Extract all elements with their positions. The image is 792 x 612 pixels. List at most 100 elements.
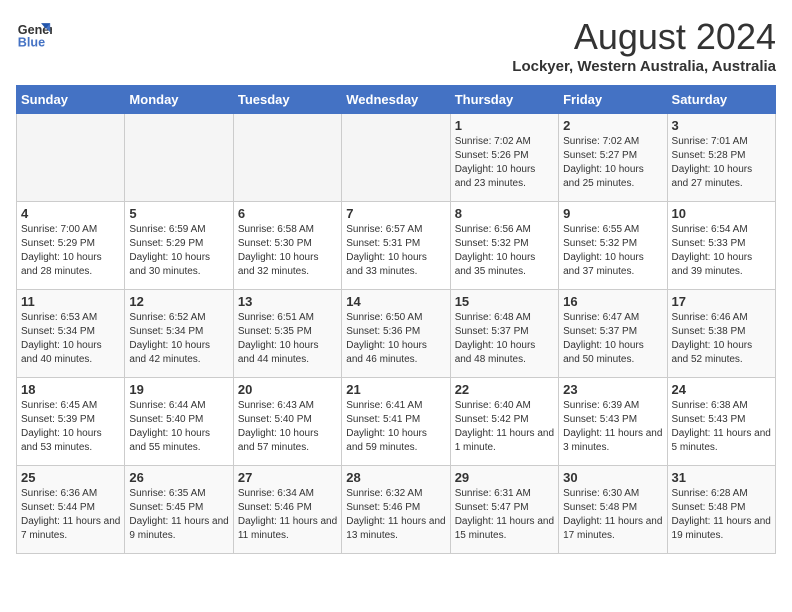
cell-content: Sunrise: 6:46 AMSunset: 5:38 PMDaylight:…: [672, 311, 771, 367]
sunrise-text: Sunrise: 6:57 AM: [346, 224, 422, 235]
daylight-text: Daylight: 11 hours and 1 minute.: [455, 428, 554, 453]
day-number: 16: [563, 294, 662, 309]
cell-content: Sunrise: 6:45 AMSunset: 5:39 PMDaylight:…: [21, 399, 120, 455]
sunset-text: Sunset: 5:26 PM: [455, 150, 529, 161]
cell-content: Sunrise: 6:30 AMSunset: 5:48 PMDaylight:…: [563, 487, 662, 543]
day-number: 8: [455, 206, 554, 221]
calendar-cell: 6Sunrise: 6:58 AMSunset: 5:30 PMDaylight…: [233, 202, 341, 290]
calendar-cell: 12Sunrise: 6:52 AMSunset: 5:34 PMDayligh…: [125, 290, 233, 378]
sunrise-text: Sunrise: 6:47 AM: [563, 312, 639, 323]
calendar-cell: 21Sunrise: 6:41 AMSunset: 5:41 PMDayligh…: [342, 378, 450, 466]
sunset-text: Sunset: 5:35 PM: [238, 326, 312, 337]
sunset-text: Sunset: 5:48 PM: [563, 502, 637, 513]
calendar-cell: 16Sunrise: 6:47 AMSunset: 5:37 PMDayligh…: [559, 290, 667, 378]
header-sunday: Sunday: [17, 86, 125, 114]
daylight-text: Daylight: 11 hours and 9 minutes.: [129, 516, 228, 541]
daylight-text: Daylight: 10 hours and 46 minutes.: [346, 340, 427, 365]
sunset-text: Sunset: 5:33 PM: [672, 238, 746, 249]
sunrise-text: Sunrise: 6:44 AM: [129, 400, 205, 411]
daylight-text: Daylight: 11 hours and 13 minutes.: [346, 516, 445, 541]
logo: General Blue: [16, 16, 52, 52]
sunset-text: Sunset: 5:46 PM: [346, 502, 420, 513]
daylight-text: Daylight: 10 hours and 57 minutes.: [238, 428, 319, 453]
calendar-cell: 11Sunrise: 6:53 AMSunset: 5:34 PMDayligh…: [17, 290, 125, 378]
day-number: 28: [346, 470, 445, 485]
sunset-text: Sunset: 5:40 PM: [238, 414, 312, 425]
sunrise-text: Sunrise: 6:31 AM: [455, 488, 531, 499]
header-friday: Friday: [559, 86, 667, 114]
sunset-text: Sunset: 5:31 PM: [346, 238, 420, 249]
sunset-text: Sunset: 5:37 PM: [563, 326, 637, 337]
day-number: 9: [563, 206, 662, 221]
sunrise-text: Sunrise: 6:36 AM: [21, 488, 97, 499]
sunset-text: Sunset: 5:28 PM: [672, 150, 746, 161]
sunrise-text: Sunrise: 7:02 AM: [455, 136, 531, 147]
cell-content: Sunrise: 6:39 AMSunset: 5:43 PMDaylight:…: [563, 399, 662, 455]
sunrise-text: Sunrise: 6:41 AM: [346, 400, 422, 411]
sunrise-text: Sunrise: 6:52 AM: [129, 312, 205, 323]
cell-content: Sunrise: 6:31 AMSunset: 5:47 PMDaylight:…: [455, 487, 554, 543]
calendar-cell: 27Sunrise: 6:34 AMSunset: 5:46 PMDayligh…: [233, 466, 341, 554]
daylight-text: Daylight: 10 hours and 33 minutes.: [346, 252, 427, 277]
cell-content: Sunrise: 6:36 AMSunset: 5:44 PMDaylight:…: [21, 487, 120, 543]
sunset-text: Sunset: 5:43 PM: [563, 414, 637, 425]
sunrise-text: Sunrise: 6:54 AM: [672, 224, 748, 235]
sunset-text: Sunset: 5:41 PM: [346, 414, 420, 425]
day-number: 21: [346, 382, 445, 397]
header-wednesday: Wednesday: [342, 86, 450, 114]
header-monday: Monday: [125, 86, 233, 114]
calendar-cell: 5Sunrise: 6:59 AMSunset: 5:29 PMDaylight…: [125, 202, 233, 290]
day-number: 13: [238, 294, 337, 309]
cell-content: Sunrise: 7:00 AMSunset: 5:29 PMDaylight:…: [21, 223, 120, 279]
cell-content: Sunrise: 6:38 AMSunset: 5:43 PMDaylight:…: [672, 399, 771, 455]
sunrise-text: Sunrise: 6:28 AM: [672, 488, 748, 499]
cell-content: Sunrise: 6:53 AMSunset: 5:34 PMDaylight:…: [21, 311, 120, 367]
header-tuesday: Tuesday: [233, 86, 341, 114]
cell-content: Sunrise: 6:35 AMSunset: 5:45 PMDaylight:…: [129, 487, 228, 543]
daylight-text: Daylight: 10 hours and 42 minutes.: [129, 340, 210, 365]
calendar-cell: [233, 114, 341, 202]
cell-content: Sunrise: 6:48 AMSunset: 5:37 PMDaylight:…: [455, 311, 554, 367]
daylight-text: Daylight: 10 hours and 28 minutes.: [21, 252, 102, 277]
day-number: 31: [672, 470, 771, 485]
svg-text:Blue: Blue: [18, 36, 45, 50]
sunrise-text: Sunrise: 6:34 AM: [238, 488, 314, 499]
sunrise-text: Sunrise: 6:55 AM: [563, 224, 639, 235]
location-subtitle: Lockyer, Western Australia, Australia: [512, 58, 776, 75]
sunrise-text: Sunrise: 6:48 AM: [455, 312, 531, 323]
daylight-text: Daylight: 10 hours and 32 minutes.: [238, 252, 319, 277]
calendar-cell: 17Sunrise: 6:46 AMSunset: 5:38 PMDayligh…: [667, 290, 775, 378]
header-thursday: Thursday: [450, 86, 558, 114]
daylight-text: Daylight: 10 hours and 39 minutes.: [672, 252, 753, 277]
weekday-header-row: Sunday Monday Tuesday Wednesday Thursday…: [17, 86, 776, 114]
day-number: 19: [129, 382, 228, 397]
daylight-text: Daylight: 10 hours and 23 minutes.: [455, 164, 536, 189]
calendar-cell: 13Sunrise: 6:51 AMSunset: 5:35 PMDayligh…: [233, 290, 341, 378]
cell-content: Sunrise: 7:02 AM Sunset: 5:26 PM Daylight:…: [455, 135, 554, 191]
sunrise-text: Sunrise: 6:40 AM: [455, 400, 531, 411]
calendar-cell: 3Sunrise: 7:01 AMSunset: 5:28 PMDaylight…: [667, 114, 775, 202]
cell-content: Sunrise: 6:50 AMSunset: 5:36 PMDaylight:…: [346, 311, 445, 367]
sunset-text: Sunset: 5:29 PM: [129, 238, 203, 249]
calendar-cell: 14Sunrise: 6:50 AMSunset: 5:36 PMDayligh…: [342, 290, 450, 378]
sunrise-text: Sunrise: 6:30 AM: [563, 488, 639, 499]
daylight-text: Daylight: 11 hours and 5 minutes.: [672, 428, 771, 453]
day-number: 30: [563, 470, 662, 485]
sunset-text: Sunset: 5:38 PM: [672, 326, 746, 337]
sunset-text: Sunset: 5:44 PM: [21, 502, 95, 513]
sunrise-text: Sunrise: 6:43 AM: [238, 400, 314, 411]
day-number: 5: [129, 206, 228, 221]
calendar-cell: 31Sunrise: 6:28 AMSunset: 5:48 PMDayligh…: [667, 466, 775, 554]
sunset-text: Sunset: 5:39 PM: [21, 414, 95, 425]
sunset-text: Sunset: 5:40 PM: [129, 414, 203, 425]
calendar-cell: [342, 114, 450, 202]
week-row-5: 25Sunrise: 6:36 AMSunset: 5:44 PMDayligh…: [17, 466, 776, 554]
logo-icon: General Blue: [16, 16, 52, 52]
day-number: 26: [129, 470, 228, 485]
calendar-cell: 8Sunrise: 6:56 AMSunset: 5:32 PMDaylight…: [450, 202, 558, 290]
day-number: 2: [563, 118, 662, 133]
calendar-cell: 9Sunrise: 6:55 AMSunset: 5:32 PMDaylight…: [559, 202, 667, 290]
sunset-text: Sunset: 5:37 PM: [455, 326, 529, 337]
sunset-text: Sunset: 5:32 PM: [455, 238, 529, 249]
calendar-cell: 26 Sunrise: 6:35 AMSunset: 5:45 PMDayligh…: [125, 466, 233, 554]
